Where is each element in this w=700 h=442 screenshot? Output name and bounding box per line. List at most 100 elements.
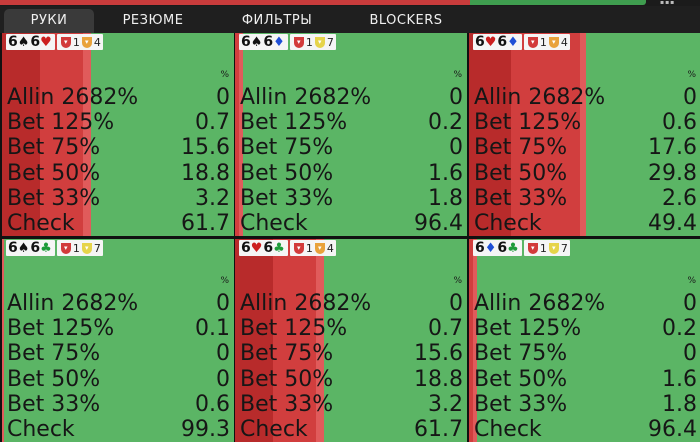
hole-cards: 6 ♠ 6 ♥ bbox=[6, 34, 55, 50]
action-frequency: 0.7 bbox=[428, 316, 463, 342]
card: 6 ♥ bbox=[475, 34, 496, 50]
card-rank: 6 bbox=[475, 240, 485, 256]
action-frequency: 18.8 bbox=[414, 366, 463, 392]
card: 6 ♦ bbox=[475, 240, 496, 256]
action-frequency: 15.6 bbox=[181, 135, 230, 161]
blocker-count: 1 bbox=[72, 35, 80, 49]
strip-bet-segment bbox=[0, 0, 470, 5]
hand-cell[interactable]: 6 ♥ 6 ♣ ▾ 1 ▾ 4% Allin 2682% 0 Bet 125% 0.7 Bet 75% 1… bbox=[235, 239, 467, 442]
action-label: Bet 33% bbox=[7, 391, 101, 417]
blocker-count: 1 bbox=[305, 241, 313, 255]
card-rank: 6 bbox=[241, 240, 251, 256]
action-row: Bet 125% 0.1 bbox=[7, 316, 230, 341]
action-frequency: 3.2 bbox=[195, 185, 230, 211]
percent-unit-label: % bbox=[220, 276, 229, 286]
blocker-badges: ▾ 1 ▾ 4 bbox=[289, 240, 336, 256]
card-suit-icon: ♠ bbox=[17, 34, 30, 50]
tab-blockers[interactable]: BLOCKERS bbox=[350, 9, 462, 33]
action-frequency: 0 bbox=[216, 341, 230, 367]
action-label: Bet 33% bbox=[240, 391, 334, 417]
action-label: Bet 75% bbox=[240, 135, 334, 161]
hand-cell[interactable]: 6 ♠ 6 ♣ ▾ 1 ▾ 7% Allin 2682% 0 Bet 125% 0.1 Bet 75% 0… bbox=[2, 239, 234, 442]
card-suit-icon: ♣ bbox=[507, 240, 519, 256]
action-label: Allin 2682% bbox=[474, 85, 606, 110]
card-suit-icon: ♠ bbox=[17, 240, 30, 256]
action-label: Allin 2682% bbox=[474, 291, 606, 316]
action-row: Bet 33% 3.2 bbox=[240, 392, 463, 417]
action-row: Allin 2682% 0 bbox=[7, 291, 230, 316]
card: 6 ♠ bbox=[8, 34, 29, 50]
action-row: Bet 75% 0 bbox=[7, 341, 230, 366]
strategy-bars bbox=[2, 239, 4, 442]
action-row: Bet 50% 29.8 bbox=[474, 161, 697, 186]
percent-unit-label: % bbox=[453, 70, 462, 80]
action-label: Bet 125% bbox=[7, 110, 115, 136]
action-frequency: 0.2 bbox=[662, 316, 697, 342]
hand-cell[interactable]: 6 ♠ 6 ♥ ▾ 1 ▾ 4% Allin 2682% 0 Bet 125% 0.7 Bet 75% 1… bbox=[2, 33, 234, 236]
tab-hands[interactable]: РУКИ bbox=[4, 9, 94, 33]
action-label: Bet 125% bbox=[474, 110, 582, 136]
action-row: Bet 125% 0.2 bbox=[474, 316, 697, 341]
action-label: Bet 125% bbox=[474, 316, 582, 342]
blocker-badges: ▾ 1 ▾ 7 bbox=[523, 240, 570, 256]
action-row: Bet 50% 1.6 bbox=[474, 367, 697, 392]
card: 6 ♦ bbox=[263, 34, 284, 50]
action-row: Bet 125% 0.7 bbox=[7, 110, 230, 135]
blocker-count: 1 bbox=[305, 35, 313, 49]
hole-cards: 6 ♠ 6 ♣ bbox=[6, 240, 55, 256]
blocker-count: 7 bbox=[326, 35, 334, 49]
action-frequency: 3.2 bbox=[428, 391, 463, 417]
card-rank: 6 bbox=[30, 240, 41, 256]
hand-header: 6 ♠ 6 ♣ ▾ 1 ▾ 7 bbox=[6, 240, 103, 256]
action-list: Allin 2682% 0 Bet 125% 0.7 Bet 75% 15.6 Bet 50… bbox=[7, 85, 230, 236]
shield-icon: ▾ bbox=[548, 36, 559, 48]
action-frequency: 1.6 bbox=[662, 366, 697, 392]
card: 6 ♣ bbox=[30, 240, 51, 256]
menu-icon[interactable]: ▪▪▪ bbox=[660, 0, 674, 6]
shield-icon: ▾ bbox=[293, 242, 304, 254]
action-frequency: 49.4 bbox=[648, 210, 697, 236]
shield-icon: ▾ bbox=[527, 36, 538, 48]
action-row: Bet 50% 1.6 bbox=[240, 161, 463, 186]
hand-cell[interactable]: 6 ♥ 6 ♦ ▾ 1 ▾ 4% Allin 2682% 0 Bet 125% 0.6 Bet 75% 1… bbox=[469, 33, 700, 236]
hand-cell[interactable]: 6 ♠ 6 ♦ ▾ 1 ▾ 7% Allin 2682% 0 Bet 125% 0.2 Bet 75% 0… bbox=[235, 33, 467, 236]
card-suit-icon: ♦ bbox=[507, 34, 519, 50]
action-frequency: 99.3 bbox=[181, 416, 230, 442]
card-rank: 6 bbox=[241, 34, 251, 50]
action-label: Allin 2682% bbox=[240, 291, 372, 316]
action-row: Check 61.7 bbox=[7, 211, 230, 236]
action-list: Allin 2682% 0 Bet 125% 0.7 Bet 75% 15.6 Bet 50… bbox=[240, 291, 463, 442]
action-frequency: 1.6 bbox=[428, 160, 463, 186]
action-frequency: 0.7 bbox=[195, 110, 230, 136]
tab-filters[interactable]: ФИЛЬТРЫ bbox=[225, 9, 329, 33]
action-list: Allin 2682% 0 Bet 125% 0.1 Bet 75% 0 Bet 50% 0 B… bbox=[7, 291, 230, 442]
action-frequency: 0.6 bbox=[662, 110, 697, 136]
card-suit-icon: ♥ bbox=[484, 34, 497, 50]
action-row: Check 99.3 bbox=[7, 417, 230, 442]
hand-grid: 6 ♠ 6 ♥ ▾ 1 ▾ 4% Allin 2682% 0 Bet 125% 0.7 Bet 75% 1… bbox=[0, 33, 700, 442]
shield-icon: ▾ bbox=[314, 36, 325, 48]
tab-summary[interactable]: РЕЗЮМЕ bbox=[105, 9, 201, 33]
action-label: Bet 33% bbox=[474, 391, 568, 417]
card: 6 ♦ bbox=[497, 34, 518, 50]
card: 6 ♣ bbox=[497, 240, 518, 256]
action-label: Bet 75% bbox=[474, 341, 568, 367]
blocker-badges: ▾ 1 ▾ 4 bbox=[523, 34, 570, 50]
action-row: Bet 75% 0 bbox=[474, 341, 697, 366]
action-label: Check bbox=[7, 416, 75, 442]
action-label: Bet 50% bbox=[474, 366, 568, 392]
blocker-count: 7 bbox=[560, 241, 568, 255]
action-row: Bet 33% 0.6 bbox=[7, 392, 230, 417]
action-row: Check 49.4 bbox=[474, 211, 697, 236]
action-row: Bet 50% 18.8 bbox=[240, 367, 463, 392]
action-frequency: 0 bbox=[216, 291, 230, 316]
action-row: Bet 33% 1.8 bbox=[474, 392, 697, 417]
percent-unit-label: % bbox=[220, 70, 229, 80]
card-suit-icon: ♥ bbox=[250, 240, 263, 256]
hand-cell[interactable]: 6 ♦ 6 ♣ ▾ 1 ▾ 7% Allin 2682% 0 Bet 125% 0.2 Bet 75% 0… bbox=[469, 239, 700, 442]
action-row: Check 61.7 bbox=[240, 417, 463, 442]
action-label: Bet 75% bbox=[240, 341, 334, 367]
action-label: Bet 75% bbox=[7, 341, 101, 367]
action-frequency: 1.8 bbox=[428, 185, 463, 211]
card: 6 ♣ bbox=[263, 240, 284, 256]
